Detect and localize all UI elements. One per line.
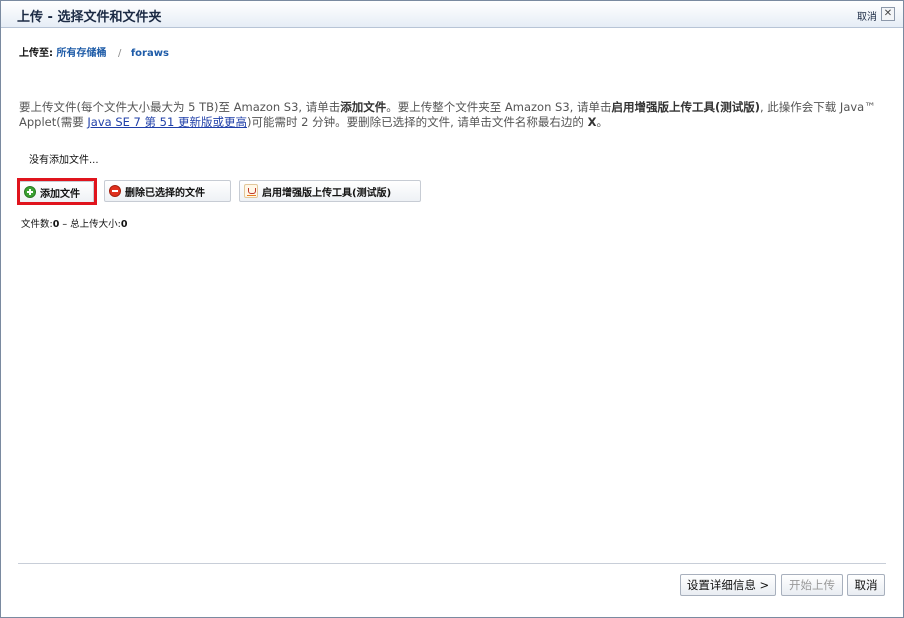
start-upload-button[interactable]: 开始上传 <box>781 574 843 596</box>
dialog-titlebar: 上传 - 选择文件和文件夹 取消 ✕ <box>1 1 903 28</box>
breadcrumb-label: 上传至: <box>19 48 53 59</box>
instructions-text-4: )可能需时 2 分钟。要删除已选择的文件, 请单击文件名称最右边的 <box>246 115 588 129</box>
total-size-label: 总上传大小: <box>70 219 121 230</box>
breadcrumb-bucket-link[interactable]: foraws <box>131 48 169 59</box>
remove-circle-icon <box>109 185 121 197</box>
instructions-text-5: 。 <box>596 115 608 129</box>
no-files-message: 没有添加文件... <box>29 155 99 166</box>
stats-separator: – <box>62 219 68 230</box>
java-icon <box>244 184 258 198</box>
breadcrumb-all-buckets-link[interactable]: 所有存储桶 <box>56 48 106 59</box>
add-files-highlight-box <box>17 178 97 205</box>
breadcrumb: 上传至: 所有存储桶 / foraws <box>19 44 169 59</box>
instructions-text-1: 要上传文件(每个文件大小最大为 5 TB)至 Amazon S3, 请单击 <box>19 100 341 114</box>
cancel-button[interactable]: 取消 <box>847 574 885 596</box>
instructions-enhanced-bold: 启用增强版上传工具(测试版) <box>611 100 760 114</box>
instructions-text-2: 。要上传整个文件夹至 Amazon S3, 请单击 <box>386 100 612 114</box>
enable-enhanced-uploader-label: 启用增强版上传工具(测试版) <box>262 187 392 199</box>
total-size-value: 0 <box>120 219 128 230</box>
instructions-add-files-bold: 添加文件 <box>340 100 387 114</box>
java-version-link[interactable]: Java SE 7 第 51 更新版或更高 <box>87 115 247 129</box>
upload-stats: 文件数:0 – 总上传大小:0 <box>21 216 127 230</box>
enable-enhanced-uploader-button[interactable]: 启用增强版上传工具(测试版) <box>239 180 421 202</box>
file-count-label: 文件数: <box>21 219 53 230</box>
close-icon[interactable]: ✕ <box>881 7 895 21</box>
upload-instructions: 要上传文件(每个文件大小最大为 5 TB)至 Amazon S3, 请单击添加文… <box>19 100 889 130</box>
footer-divider <box>18 563 886 564</box>
remove-selected-files-label: 删除已选择的文件 <box>125 187 205 199</box>
remove-selected-files-button[interactable]: 删除已选择的文件 <box>104 180 231 202</box>
dialog-title: 上传 - 选择文件和文件夹 <box>17 10 162 25</box>
breadcrumb-separator: / <box>117 48 122 59</box>
file-count-value: 0 <box>52 219 60 230</box>
upload-dialog: 上传 - 选择文件和文件夹 取消 ✕ 上传至: 所有存储桶 / foraws 要… <box>0 0 904 618</box>
set-details-button[interactable]: 设置详细信息 > <box>680 574 776 596</box>
titlebar-cancel-link[interactable]: 取消 <box>857 8 877 23</box>
